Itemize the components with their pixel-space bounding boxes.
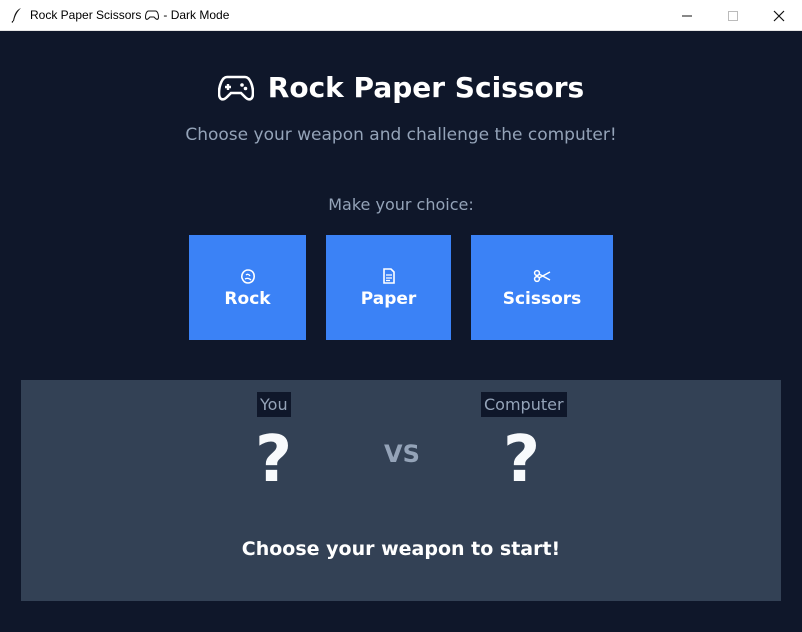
page-title: Rock Paper Scissors [267, 71, 585, 104]
app-window: Rock Paper Scissors Choose your weapon a… [0, 31, 802, 632]
window-title: Rock Paper Scissors - Dark Mode [30, 8, 229, 22]
window-title-text: Rock Paper Scissors [30, 8, 142, 22]
choice-prompt: Make your choice: [328, 195, 474, 214]
window-title-mode: - Dark Mode [163, 8, 230, 22]
maximize-button[interactable] [710, 0, 756, 31]
battle-panel: You Computer ? VS ? Choose your weapon t… [21, 380, 781, 601]
minimize-button[interactable] [664, 0, 710, 31]
subtitle: Choose your weapon and challenge the com… [185, 125, 617, 145]
player-label: You [257, 392, 291, 417]
scissors-icon [533, 267, 551, 285]
rock-button[interactable]: Rock [189, 235, 306, 340]
rock-label: Rock [224, 288, 271, 309]
rock-icon [239, 267, 257, 285]
minimize-icon [682, 15, 692, 16]
maximize-icon [728, 10, 738, 21]
paper-label: Paper [360, 288, 417, 309]
title-bar: Rock Paper Scissors - Dark Mode [0, 0, 802, 31]
gamepad-icon [217, 75, 254, 101]
close-icon [773, 10, 785, 21]
scissors-label: Scissors [502, 288, 582, 309]
gamepad-icon [145, 10, 160, 20]
computer-choice: ? [503, 423, 541, 497]
vs-label: VS [384, 440, 420, 468]
feather-icon [11, 8, 21, 23]
paper-icon [380, 267, 398, 285]
close-button[interactable] [756, 0, 802, 31]
scissors-button[interactable]: Scissors [471, 235, 613, 340]
paper-button[interactable]: Paper [326, 235, 451, 340]
window-controls [664, 0, 802, 31]
header: Rock Paper Scissors [0, 71, 802, 104]
player-choice: ? [255, 423, 293, 497]
result-message: Choose your weapon to start! [241, 538, 561, 560]
computer-label: Computer [481, 392, 567, 417]
